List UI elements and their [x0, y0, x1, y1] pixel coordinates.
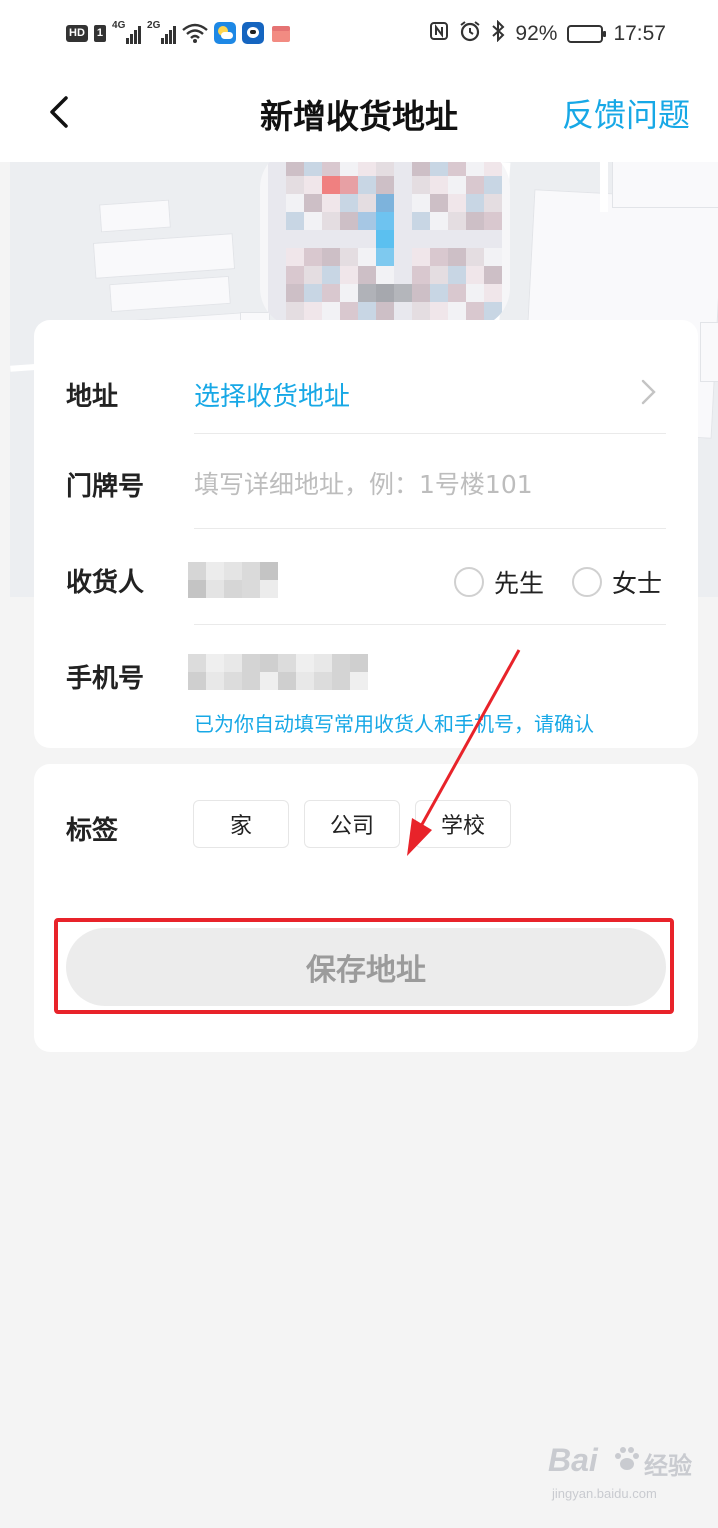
paw-icon [615, 1447, 639, 1470]
watermark-suffix: 经验 [644, 1452, 692, 1480]
annotation-arrow [407, 649, 521, 856]
baidu-watermark: Bai 经验 jingyan.baidu.com [548, 1442, 698, 1512]
watermark-logo-text: Bai [548, 1442, 598, 1478]
watermark-url: jingyan.baidu.com [552, 1486, 657, 1501]
